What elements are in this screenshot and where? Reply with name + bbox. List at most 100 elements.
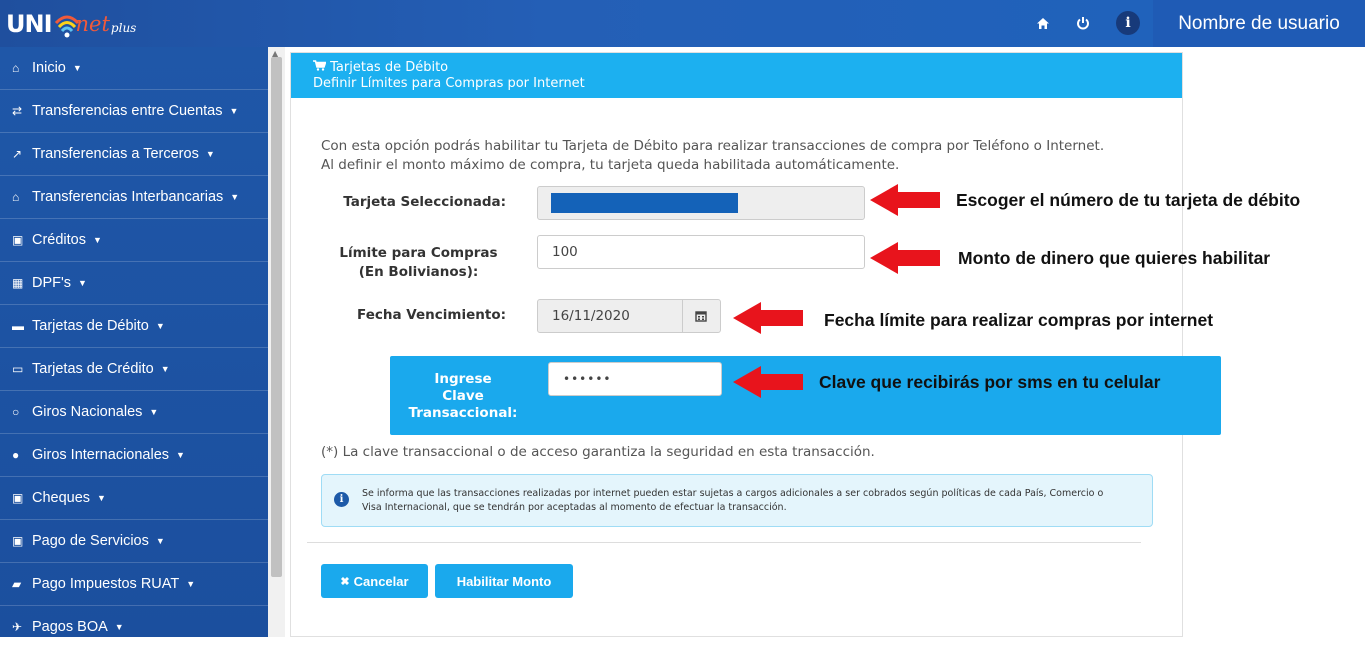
sidebar-item-label: Créditos (32, 232, 86, 248)
scrollbar-thumb[interactable] (271, 57, 282, 577)
card-icon: ▬ (12, 319, 24, 333)
sidebar-scrollbar[interactable]: ▲ (268, 47, 285, 637)
external-link-icon: ↗ (12, 147, 23, 161)
sidebar-item-label: Transferencias a Terceros (32, 146, 199, 162)
sidebar-item[interactable]: ▣ Cheques ▼ (0, 477, 268, 520)
annotation-expiry: Fecha límite para realizar compras por i… (824, 310, 1214, 330)
caret-down-icon: ▼ (155, 321, 165, 331)
cart-icon (313, 60, 330, 75)
bank-icon: ⌂ (12, 190, 20, 204)
limit-label-line: (En Bolivianos): (358, 264, 479, 280)
enable-amount-button[interactable]: Habilitar Monto (435, 564, 573, 598)
caret-down-icon: ▼ (78, 278, 87, 288)
arrow-expiry-icon (733, 302, 803, 334)
password-label: Ingrese Clave Transaccional: (398, 371, 528, 422)
sidebar-item-label: Giros Nacionales (32, 404, 143, 420)
sidebar-item[interactable]: ▣ Pago de Servicios ▼ (0, 520, 268, 563)
password-label-line: Transaccional: (408, 405, 518, 421)
caret-down-icon: ▼ (186, 579, 196, 589)
sidebar-item[interactable]: ▣ Créditos ▼ (0, 219, 268, 262)
panel-subtitle: Definir Límites para Compras por Interne… (313, 76, 585, 91)
sidebar-item[interactable]: ⇄ Transferencias entre Cuentas ▼ (0, 90, 268, 133)
annotation-card: Escoger el número de tu tarjeta de débit… (956, 190, 1301, 210)
card-label: Tarjeta Seleccionada: (343, 194, 506, 210)
sidebar-item-label: DPF's (32, 275, 72, 291)
sidebar-item-label: Tarjetas de Crédito (32, 361, 154, 377)
cancel-button[interactable]: ✖ Cancelar (321, 564, 428, 598)
home-icon[interactable] (1036, 17, 1050, 30)
caret-down-icon: ▼ (72, 63, 82, 73)
money-icon: ▣ (12, 534, 24, 548)
sidebar-item[interactable]: ▬ Tarjetas de Débito ▼ (0, 305, 268, 348)
sidebar-item-label: Cheques (32, 490, 91, 506)
card-select[interactable] (537, 186, 865, 220)
security-note: (*) La clave transaccional o de acceso g… (321, 444, 875, 460)
panel-header: Tarjetas de Débito Definir Límites para … (291, 53, 1182, 98)
caret-down-icon: ▼ (114, 622, 124, 632)
sidebar-item[interactable]: ● Giros Internacionales ▼ (0, 434, 268, 477)
info-alert: i Se informa que las transacciones reali… (321, 474, 1153, 527)
sidebar-item-label: Pago de Servicios (32, 533, 149, 549)
main-panel: Tarjetas de Débito Definir Límites para … (290, 52, 1221, 637)
power-icon[interactable] (1076, 16, 1090, 30)
intro-line: Al definir el monto máximo de compra, tu… (321, 157, 900, 173)
sidebar-item[interactable]: ▭ Tarjetas de Crédito ▼ (0, 348, 268, 391)
sidebar-item[interactable]: ○ Giros Nacionales ▼ (0, 391, 268, 434)
intro-line: Con esta opción podrás habilitar tu Tarj… (321, 138, 1105, 154)
caret-down-icon: ▼ (176, 450, 185, 460)
caret-down-icon: ▼ (160, 364, 170, 374)
logo-plus-text: plus (110, 21, 137, 35)
calendar-button[interactable] (682, 299, 721, 333)
money-icon: ▣ (12, 233, 24, 247)
sidebar-item[interactable]: ▰ Pago Impuestos RUAT ▼ (0, 563, 268, 606)
sidebar-item-label: Giros Internacionales (32, 447, 170, 463)
close-icon: ✖ (340, 575, 350, 588)
limit-input[interactable]: 100 (537, 235, 865, 269)
card-number-masked (551, 193, 738, 213)
info-icon[interactable]: i (1116, 11, 1140, 35)
username[interactable]: Nombre de usuario (1153, 0, 1365, 47)
sidebar: ⌂ Inicio ▼ ⇄ Transferencias entre Cuentas ▼ ↗ T… (0, 47, 268, 649)
alert-line: Visa Internacional, que se tendrán por a… (362, 502, 787, 513)
money-icon: ▣ (12, 491, 24, 505)
plane-icon: ✈ (12, 620, 23, 634)
sidebar-item-label: Transferencias Interbancarias (32, 189, 224, 205)
calendar-icon: ▦ (12, 276, 24, 290)
expiry-label: Fecha Vencimiento: (357, 307, 506, 323)
car-icon: ▰ (12, 577, 22, 591)
caret-down-icon: ▼ (205, 149, 215, 159)
cancel-button-label: Cancelar (353, 573, 409, 589)
expiry-input[interactable]: 16/11/2020 (537, 299, 683, 333)
password-card: Ingrese Clave Transaccional: •••••• (390, 356, 1221, 435)
caret-down-icon: ▼ (97, 493, 106, 503)
logo[interactable]: UNI net plus (6, 4, 136, 44)
caret-down-icon: ▼ (230, 192, 240, 202)
info-circle-icon: i (334, 492, 349, 507)
logo-uni-text: UNI (6, 10, 53, 38)
sidebar-item-label: Tarjetas de Débito (32, 318, 149, 334)
sidebar-item-label: Pago Impuestos RUAT (32, 576, 180, 592)
logo-net-text: net (75, 12, 110, 36)
sidebar-item-label: Transferencias entre Cuentas (32, 103, 223, 119)
annotation-limit: Monto de dinero que quieres habilitar (958, 248, 1271, 268)
caret-down-icon: ▼ (93, 235, 102, 245)
sidebar-item[interactable]: ↗ Transferencias a Terceros ▼ (0, 133, 268, 176)
password-input[interactable]: •••••• (548, 362, 722, 396)
sidebar-item[interactable]: ⌂ Transferencias Interbancarias ▼ (0, 176, 268, 219)
limit-label: Límite para Compras (En Bolivianos): (311, 244, 506, 282)
sidebar-item[interactable]: ✈ Pagos BOA ▼ (0, 606, 268, 649)
sidebar-item-label: Pagos BOA (32, 619, 108, 635)
divider (307, 542, 1141, 543)
password-label-line: Ingrese (434, 371, 492, 387)
sidebar-item[interactable]: ▦ DPF's ▼ (0, 262, 268, 305)
panel-title: Tarjetas de Débito (330, 60, 449, 75)
alert-line: Se informa que las transacciones realiza… (362, 488, 1104, 499)
credit-card-icon: ▭ (12, 362, 24, 376)
arrow-password-icon (733, 366, 803, 398)
limit-label-line: Límite para Compras (339, 245, 498, 261)
intro-text: Con esta opción podrás habilitar tu Tarj… (321, 137, 1181, 175)
sidebar-item[interactable]: ⌂ Inicio ▼ (0, 47, 268, 90)
arrow-limit-icon (870, 242, 940, 274)
sidebar-item-label: Inicio (32, 60, 66, 76)
caret-down-icon: ▼ (229, 106, 239, 116)
